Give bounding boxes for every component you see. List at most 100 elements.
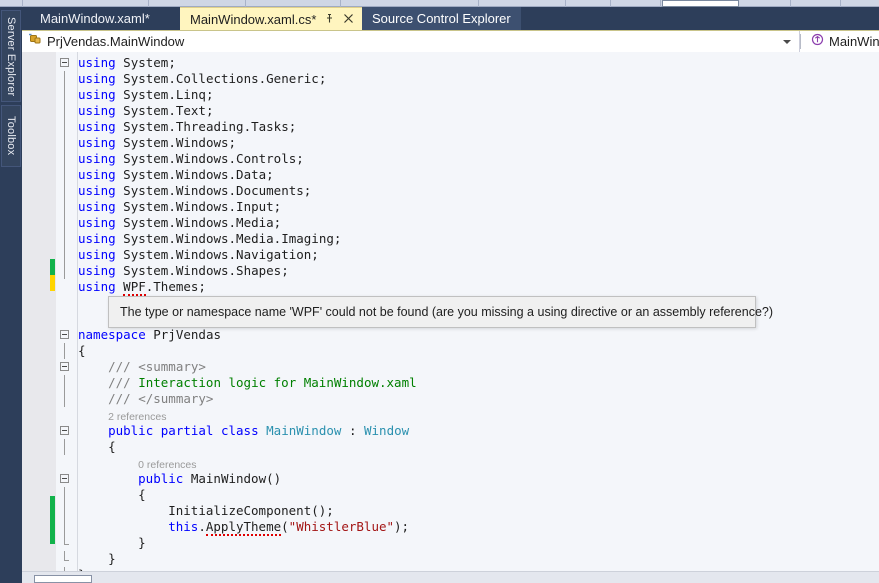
code-line[interactable]: using System.Windows.Documents;: [78, 183, 311, 199]
codelens-references[interactable]: 0 references: [138, 457, 196, 471]
code-line[interactable]: {: [138, 487, 146, 503]
code-line[interactable]: public partial class MainWindow : Window: [108, 423, 409, 439]
member-name: MainWindo: [829, 34, 879, 49]
code-token: public: [138, 471, 184, 486]
code-token: System.Windows.Data;: [115, 167, 274, 182]
collapse-toggle-icon[interactable]: [60, 330, 69, 339]
code-token: public: [108, 423, 154, 438]
code-token: class: [220, 423, 259, 438]
outlining-guide: [64, 551, 65, 560]
server-explorer-label: Server Explorer: [5, 17, 17, 97]
change-indicator-saved: [50, 496, 55, 544]
outlining-guide: [64, 391, 65, 407]
code-line[interactable]: using System.Windows;: [78, 135, 236, 151]
change-indicator-saved: [50, 259, 55, 275]
code-line[interactable]: /// Interaction logic for MainWindow.xam…: [108, 375, 417, 391]
codelens-references[interactable]: 2 references: [108, 409, 166, 423]
chevron-down-icon[interactable]: [783, 39, 791, 44]
breadcrumb: PrjVendas.MainWindow: [47, 34, 185, 49]
code-token: using: [78, 263, 116, 278]
code-token: System;: [115, 55, 176, 70]
indicator-margin[interactable]: [22, 52, 56, 571]
code-line[interactable]: public MainWindow(): [138, 471, 281, 487]
code-line[interactable]: using System.Linq;: [78, 87, 213, 103]
code-line[interactable]: using System.Windows.Navigation;: [78, 247, 319, 263]
code-line[interactable]: {: [78, 343, 86, 359]
outlining-guide: [64, 215, 65, 231]
collapse-toggle-icon[interactable]: [60, 426, 69, 435]
code-token: :: [341, 423, 364, 438]
code-line[interactable]: /// </summary>: [108, 391, 213, 407]
code-token: System.Windows.Media.Imaging;: [115, 231, 342, 246]
code-line[interactable]: using System.Text;: [78, 103, 213, 119]
tab-label: MainWindow.xaml.cs*: [190, 11, 317, 27]
code-token: System.Windows.Input;: [115, 199, 282, 214]
toolbar-separator: [660, 0, 661, 7]
type-dropdown[interactable]: PrjVendas.MainWindow: [22, 31, 800, 52]
tab-mainwindow-xaml[interactable]: MainWindow.xaml*: [30, 7, 160, 30]
sidebar-item-server-explorer[interactable]: Server Explorer: [1, 10, 21, 102]
code-line[interactable]: using System.Collections.Generic;: [78, 71, 326, 87]
code-line[interactable]: using System.Windows.Media.Imaging;: [78, 231, 341, 247]
method-icon: [811, 33, 824, 51]
code-line[interactable]: using System.Threading.Tasks;: [78, 119, 296, 135]
horizontal-scrollbar[interactable]: [22, 571, 879, 583]
error-token: ApplyTheme: [205, 519, 282, 536]
code-token: using: [78, 247, 116, 262]
toolbar-separator: [340, 0, 341, 7]
outlining-guide: [64, 183, 65, 199]
code-token: MainWindow: [266, 423, 342, 438]
outlining-guide: [64, 375, 65, 391]
code-token: {: [108, 439, 116, 454]
main-toolbar[interactable]: [0, 0, 879, 7]
code-token: System.Text;: [115, 103, 214, 118]
tab-mainwindow-xaml-cs[interactable]: MainWindow.xaml.cs*: [180, 7, 365, 30]
collapse-toggle-icon[interactable]: [60, 58, 69, 67]
outlining-guide: [64, 119, 65, 135]
collapse-toggle-icon[interactable]: [60, 474, 69, 483]
toolbar-separator: [478, 0, 479, 7]
code-token: (: [281, 519, 289, 534]
code-token: this: [168, 519, 199, 534]
pin-icon[interactable]: [325, 13, 336, 26]
code-token: using: [78, 55, 116, 70]
document-tab-strip: MainWindow.xaml* MainWindow.xaml.cs* Sou…: [22, 7, 879, 30]
outlining-margin[interactable]: [56, 52, 78, 571]
code-line[interactable]: using WPF.Themes;: [78, 279, 206, 296]
code-line[interactable]: }: [138, 535, 146, 551]
collapse-toggle-icon[interactable]: [60, 362, 69, 371]
outlining-end-tick: [64, 560, 69, 561]
toolbar-separator: [245, 0, 246, 7]
code-token: );: [394, 519, 410, 534]
tab-source-control-explorer[interactable]: Source Control Explorer: [362, 7, 521, 30]
code-token: System.Windows.Controls;: [115, 151, 304, 166]
outlining-guide: [64, 487, 65, 503]
member-dropdown[interactable]: MainWindo: [800, 31, 879, 52]
code-token: }: [138, 535, 146, 550]
code-line[interactable]: }: [108, 551, 116, 567]
code-line[interactable]: using System.Windows.Controls;: [78, 151, 304, 167]
code-line[interactable]: this.ApplyTheme("WhistlerBlue");: [168, 519, 410, 536]
outlining-guide: [64, 263, 65, 279]
sidebar-item-toolbox[interactable]: Toolbox: [1, 105, 21, 167]
code-token: }: [108, 551, 116, 566]
code-line[interactable]: using System.Windows.Data;: [78, 167, 274, 183]
code-line[interactable]: using System;: [78, 55, 176, 71]
code-token: namespace: [78, 327, 146, 342]
outlining-guide: [64, 231, 65, 247]
code-line[interactable]: using System.Windows.Input;: [78, 199, 281, 215]
code-token: {: [78, 343, 86, 358]
outlining-guide: [64, 199, 65, 215]
code-token: Window: [364, 423, 410, 438]
toolbar-combobox[interactable]: [662, 0, 739, 7]
code-line[interactable]: InitializeComponent();: [168, 503, 334, 519]
code-line[interactable]: using System.Windows.Shapes;: [78, 263, 289, 279]
close-icon[interactable]: [343, 13, 354, 26]
code-line[interactable]: namespace PrjVendas: [78, 327, 221, 343]
code-line[interactable]: /// <summary>: [108, 359, 206, 375]
code-line[interactable]: using System.Windows.Media;: [78, 215, 281, 231]
code-line[interactable]: {: [108, 439, 116, 455]
outlining-guide: [64, 247, 65, 263]
outlining-guide: [64, 71, 65, 87]
change-indicator-unsaved: [50, 275, 55, 291]
